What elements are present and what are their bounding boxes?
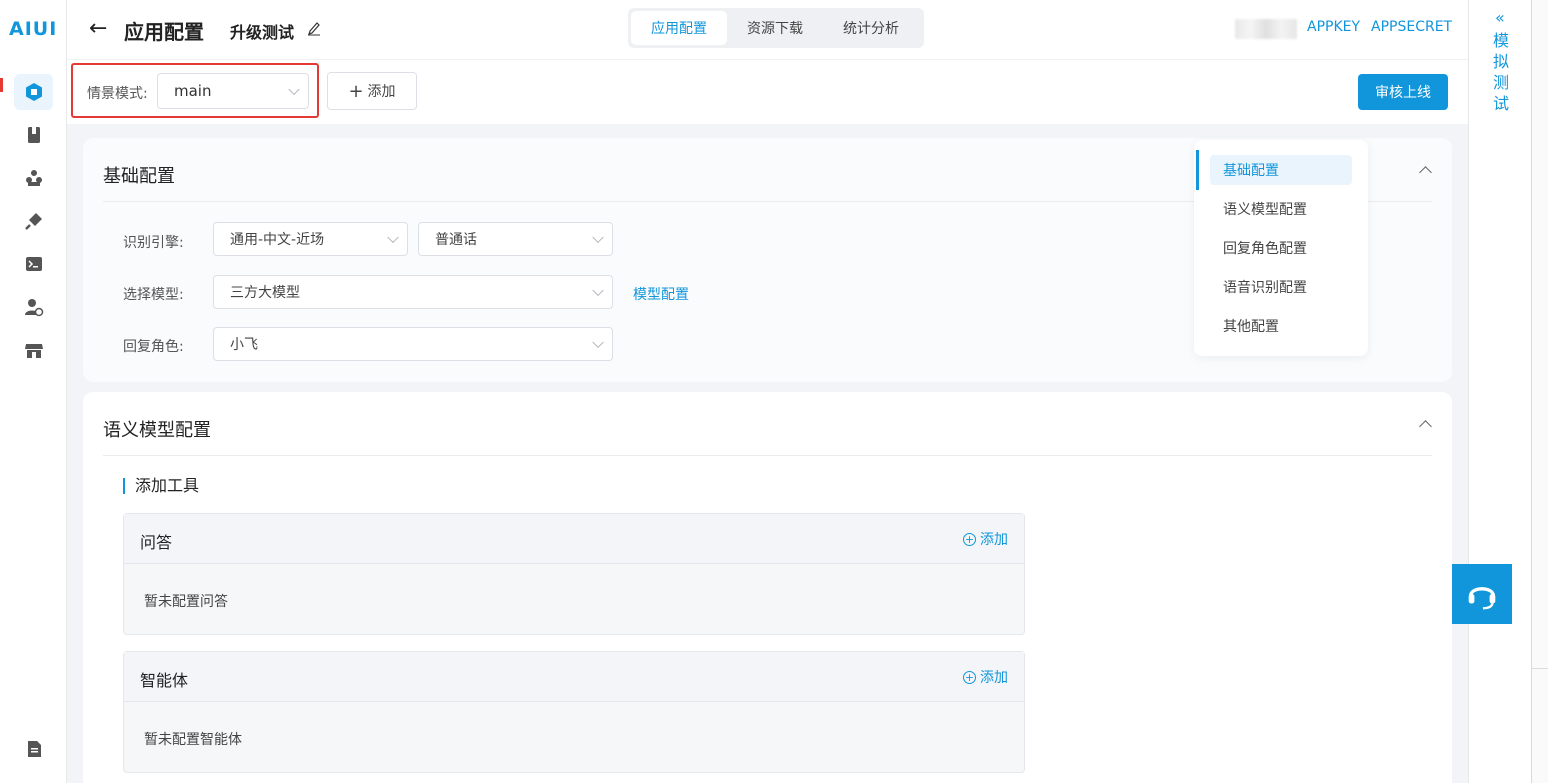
scene-mode-label: 情景模式:	[87, 86, 148, 102]
model-config-link[interactable]: 模型配置	[633, 284, 689, 304]
section-anchor-nav: 基础配置 语义模型配置 回复角色配置 语音识别配置 其他配置	[1194, 140, 1368, 356]
scene-mode-value: main	[174, 82, 212, 100]
engine-label: 识别引擎:	[123, 235, 184, 251]
scene-mode-select[interactable]: main	[157, 73, 309, 109]
rail-edge-marker	[0, 78, 3, 92]
qa-tool-header: 问答 + 添加	[124, 514, 1024, 564]
plus-icon: +	[348, 80, 364, 102]
anchor-basic-config[interactable]: 基础配置	[1210, 155, 1352, 185]
language-value: 普通话	[435, 232, 477, 248]
semantic-config-card: 语义模型配置 添加工具 问答 + 添加 暂未配置问答 智能体 + 添加 暂未配置…	[83, 392, 1452, 783]
top-tabs: 应用配置 资源下载 统计分析	[628, 8, 924, 48]
add-agent-button[interactable]: + 添加	[963, 667, 1008, 687]
scene-bar: 情景模式: main + 添加 审核上线	[67, 60, 1468, 124]
top-bar: ← 应用配置 升级测试 应用配置 资源下载 统计分析 APPKEY APPSEC…	[67, 0, 1468, 60]
expand-double-chevron-icon[interactable]: «	[1495, 8, 1505, 27]
simulator-strip: « 模拟测试	[1468, 0, 1532, 783]
add-qa-label: 添加	[980, 532, 1008, 548]
rail-plugin-icon[interactable]	[14, 203, 53, 239]
agent-tool-box: 智能体 + 添加 暂未配置智能体	[123, 651, 1025, 773]
chevron-down-icon	[592, 231, 604, 244]
qa-tool-title: 问答	[140, 533, 173, 552]
qa-empty-text: 暂未配置问答	[144, 594, 228, 610]
page-title: 应用配置	[124, 20, 204, 44]
publish-button[interactable]: 审核上线	[1358, 74, 1448, 110]
agent-empty-text: 暂未配置智能体	[144, 732, 242, 748]
rail-user-settings-icon[interactable]	[14, 289, 53, 325]
back-arrow-icon[interactable]: ←	[89, 16, 107, 41]
chevron-down-icon	[387, 231, 399, 244]
appkey-link[interactable]: APPKEY	[1307, 19, 1360, 35]
model-label: 选择模型:	[123, 287, 184, 303]
plus-circle-icon: +	[963, 532, 976, 546]
basic-config-title: 基础配置	[103, 166, 175, 187]
add-agent-label: 添加	[980, 670, 1008, 686]
appsecret-link[interactable]: APPSECRET	[1371, 19, 1452, 35]
agent-tool-title: 智能体	[140, 671, 189, 690]
qa-tool-box: 问答 + 添加 暂未配置问答	[123, 513, 1025, 635]
add-qa-button[interactable]: + 添加	[963, 529, 1008, 549]
window-edge	[1532, 0, 1548, 783]
customer-support-button[interactable]	[1452, 564, 1512, 624]
tab-resource-download[interactable]: 资源下载	[727, 11, 823, 45]
engine-value: 通用-中文-近场	[230, 232, 325, 248]
add-scene-button[interactable]: + 添加	[327, 72, 417, 110]
chevron-down-icon	[288, 83, 300, 96]
logo: AIUI	[9, 18, 58, 40]
engine-select[interactable]: 通用-中文-近场	[213, 222, 408, 256]
chevron-down-icon	[592, 284, 604, 297]
rail-skills-icon[interactable]	[14, 160, 53, 196]
anchor-other-config[interactable]: 其他配置	[1210, 311, 1352, 341]
role-select[interactable]: 小飞	[213, 327, 613, 361]
simulator-toggle[interactable]: 模拟测试	[1493, 30, 1511, 114]
semantic-config-title: 语义模型配置	[103, 420, 211, 441]
plus-circle-icon: +	[963, 670, 976, 684]
tab-app-config[interactable]: 应用配置	[631, 11, 727, 45]
masked-user-info	[1235, 19, 1297, 39]
rail-doc-icon[interactable]	[14, 731, 53, 767]
role-label: 回复角色:	[123, 339, 184, 355]
anchor-semantic-config[interactable]: 语义模型配置	[1210, 194, 1352, 224]
chevron-down-icon	[592, 336, 604, 349]
model-select[interactable]: 三方大模型	[213, 275, 613, 309]
add-scene-label: 添加	[367, 84, 396, 100]
tab-statistics[interactable]: 统计分析	[823, 11, 919, 45]
rail-app-icon[interactable]	[14, 74, 53, 110]
headset-icon	[1468, 587, 1496, 610]
chevron-up-icon[interactable]	[1419, 166, 1432, 179]
divider	[1532, 668, 1548, 669]
chevron-up-icon[interactable]	[1419, 420, 1432, 433]
language-select[interactable]: 普通话	[418, 222, 613, 256]
divider	[103, 455, 1432, 456]
app-name: 升级测试	[230, 23, 295, 42]
model-value: 三方大模型	[230, 285, 300, 301]
agent-tool-header: 智能体 + 添加	[124, 652, 1024, 702]
role-value: 小飞	[230, 337, 258, 353]
anchor-role-config[interactable]: 回复角色配置	[1210, 233, 1352, 263]
rail-terminal-icon[interactable]	[14, 246, 53, 282]
anchor-asr-config[interactable]: 语音识别配置	[1210, 272, 1352, 302]
edit-pencil-icon[interactable]	[307, 20, 321, 36]
left-rail: AIUI	[0, 0, 67, 783]
rail-store-icon[interactable]	[14, 332, 53, 368]
add-tools-heading: 添加工具	[123, 478, 199, 494]
rail-book-icon[interactable]	[14, 117, 53, 153]
anchor-active-bar	[1196, 150, 1199, 190]
